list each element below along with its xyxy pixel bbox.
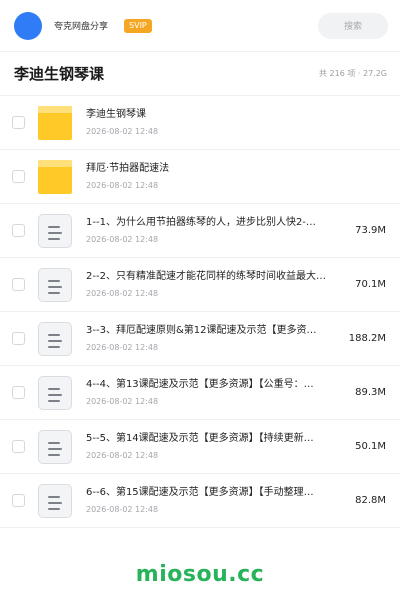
item-info: 3--3、拜厄配速原则&第12课配速及示范【更多资… 2026-08-02 12… bbox=[86, 324, 340, 353]
row-checkbox[interactable] bbox=[12, 278, 25, 291]
search-placeholder: 搜索 bbox=[343, 22, 362, 32]
item-name: 4--4、第13课配速及示范【更多资源】【公重号：… bbox=[86, 379, 314, 390]
item-size: 70.1M bbox=[355, 279, 386, 290]
item-name: 6--6、第15课配速及示范【更多资源】【手动整理… bbox=[86, 487, 314, 498]
item-size: 89.3M bbox=[355, 387, 386, 398]
item-name: 3--3、拜厄配速原则&第12课配速及示范【更多资… bbox=[86, 325, 317, 336]
list-item[interactable]: 3--3、拜厄配速原则&第12课配速及示范【更多资… 2026-08-02 12… bbox=[0, 312, 400, 366]
item-name: 1--1、为什么用节拍器练琴的人，进步比别人快2-… bbox=[86, 217, 316, 228]
row-checkbox[interactable] bbox=[12, 494, 25, 507]
item-date: 2026-08-02 12:48 bbox=[86, 181, 159, 190]
item-info: 2--2、只有精准配速才能花同样的练琴时间收益最大… 2026-08-02 12… bbox=[86, 270, 340, 299]
item-info: 6--6、第15课配速及示范【更多资源】【手动整理… 2026-08-02 12… bbox=[86, 486, 340, 515]
item-size: 50.1M bbox=[355, 441, 386, 452]
item-name: 5--5、第14课配速及示范【更多资源】【持续更新… bbox=[86, 433, 314, 444]
list-item[interactable]: 李迪生钢琴课 2026-08-02 12:48 bbox=[0, 96, 400, 150]
row-checkbox[interactable] bbox=[12, 440, 25, 453]
document-icon bbox=[38, 483, 72, 518]
folder-header: 李迪生钢琴课 共 216 项 · 27.2G bbox=[0, 52, 400, 96]
item-date: 2026-08-02 12:48 bbox=[86, 505, 159, 514]
row-checkbox[interactable] bbox=[12, 224, 25, 237]
item-date: 2026-08-02 12:48 bbox=[86, 289, 159, 298]
item-info: 1--1、为什么用节拍器练琴的人，进步比别人快2-… 2026-08-02 12… bbox=[86, 216, 340, 245]
item-date: 2026-08-02 12:48 bbox=[86, 397, 159, 406]
row-checkbox[interactable] bbox=[12, 170, 25, 183]
list-item[interactable]: 1--1、为什么用节拍器练琴的人，进步比别人快2-… 2026-08-02 12… bbox=[0, 204, 400, 258]
row-checkbox[interactable] bbox=[12, 332, 25, 345]
folder-icon bbox=[38, 105, 72, 140]
list-item[interactable]: 5--5、第14课配速及示范【更多资源】【持续更新… 2026-08-02 12… bbox=[0, 420, 400, 474]
avatar[interactable] bbox=[14, 11, 42, 40]
list-item[interactable]: 4--4、第13课配速及示范【更多资源】【公重号：… 2026-08-02 12… bbox=[0, 366, 400, 420]
user-name: 夸克网盘分享 bbox=[54, 22, 109, 32]
item-date: 2026-08-02 12:48 bbox=[86, 127, 159, 136]
item-name: 2--2、只有精准配速才能花同样的练琴时间收益最大… bbox=[86, 271, 326, 282]
top-bar: 夸克网盘分享 SVIP 搜索 bbox=[0, 0, 400, 52]
document-icon bbox=[38, 429, 72, 464]
row-checkbox[interactable] bbox=[12, 386, 25, 399]
folder-icon bbox=[38, 159, 72, 194]
item-info: 4--4、第13课配速及示范【更多资源】【公重号：… 2026-08-02 12… bbox=[86, 378, 340, 407]
svip-badge: SVIP bbox=[124, 18, 152, 33]
folder-meta: 共 216 项 · 27.2G bbox=[319, 69, 387, 78]
item-date: 2026-08-02 12:48 bbox=[86, 343, 159, 352]
watermark: miosou.cc bbox=[135, 562, 265, 587]
page-title: 李迪生钢琴课 bbox=[14, 65, 105, 83]
list-item[interactable]: 拜厄·节拍器配速法 2026-08-02 12:48 bbox=[0, 150, 400, 204]
item-date: 2026-08-02 12:48 bbox=[86, 451, 159, 460]
document-icon bbox=[38, 321, 72, 356]
document-icon bbox=[38, 375, 72, 410]
item-size: 73.9M bbox=[355, 225, 386, 236]
list-item[interactable]: 2--2、只有精准配速才能花同样的练琴时间收益最大… 2026-08-02 12… bbox=[0, 258, 400, 312]
item-info: 5--5、第14课配速及示范【更多资源】【持续更新… 2026-08-02 12… bbox=[86, 432, 340, 461]
item-name: 拜厄·节拍器配速法 bbox=[86, 163, 170, 174]
item-name: 李迪生钢琴课 bbox=[86, 109, 146, 120]
item-size: 188.2M bbox=[348, 333, 386, 344]
row-checkbox[interactable] bbox=[12, 116, 25, 129]
item-info: 李迪生钢琴课 2026-08-02 12:48 bbox=[86, 108, 340, 137]
item-size: 82.8M bbox=[355, 495, 386, 506]
item-date: 2026-08-02 12:48 bbox=[86, 235, 159, 244]
file-list: 李迪生钢琴课 2026-08-02 12:48 拜厄·节拍器配速法 2026-0… bbox=[0, 96, 400, 528]
document-icon bbox=[38, 267, 72, 302]
list-item[interactable]: 6--6、第15课配速及示范【更多资源】【手动整理… 2026-08-02 12… bbox=[0, 474, 400, 528]
item-info: 拜厄·节拍器配速法 2026-08-02 12:48 bbox=[86, 162, 340, 191]
search-input[interactable]: 搜索 bbox=[318, 12, 388, 39]
document-icon bbox=[38, 213, 72, 248]
